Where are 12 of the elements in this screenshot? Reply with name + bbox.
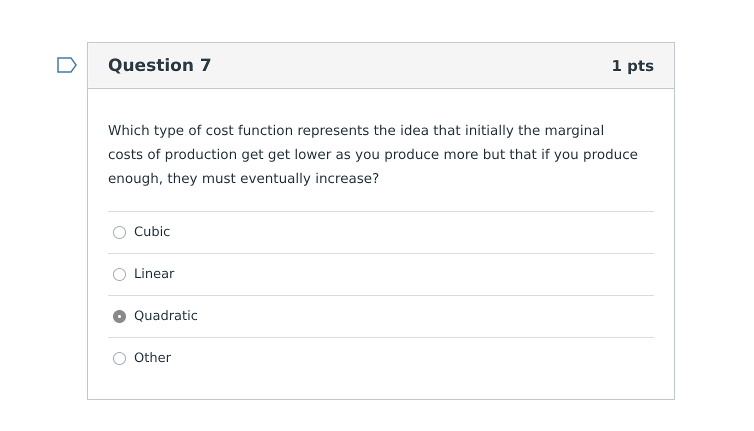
answer-label[interactable]: Other — [134, 351, 171, 366]
question-title: Question 7 — [108, 56, 212, 76]
answer-label[interactable]: Linear — [134, 267, 174, 282]
radio-button[interactable] — [113, 226, 126, 239]
question-text: Which type of cost function represents the idea that initially the marginal costs of production get get lower as you produce more but that if you produce enough, they must eventually increase? — [108, 122, 638, 189]
points-label: 1 pts — [612, 56, 654, 74]
radio-button[interactable] — [113, 268, 126, 281]
radio-button[interactable] — [113, 352, 126, 365]
radio-button[interactable] — [113, 310, 126, 323]
answer-label[interactable]: Cubic — [134, 225, 170, 240]
answer-label[interactable]: Quadratic — [134, 309, 198, 324]
flag-icon[interactable] — [57, 57, 77, 73]
